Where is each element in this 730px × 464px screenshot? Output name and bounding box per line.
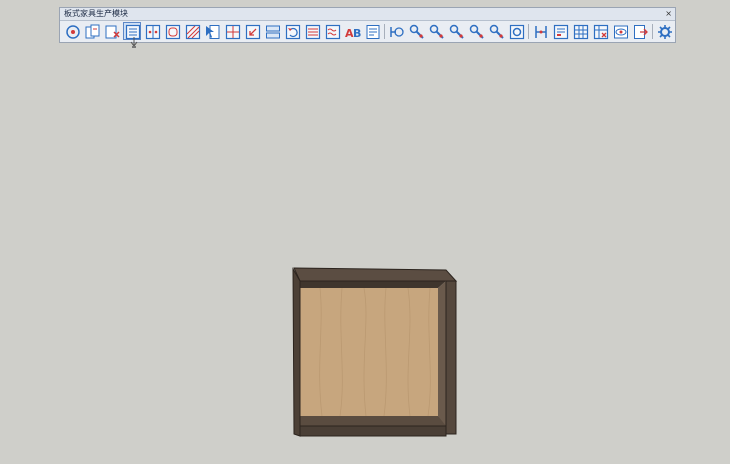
panel-red-x-icon [105,25,120,39]
close-icon[interactable]: × [665,8,672,20]
toolbar-button-t24[interactable] [531,22,549,40]
red-lines-icon [305,24,321,40]
toolbar-button-t27[interactable] [591,22,609,40]
bracket-connector-icon [535,26,547,38]
arrow-panel-icon [245,24,261,40]
toolbar-button-t11[interactable] [263,22,281,40]
toolbar-button-t08[interactable] [203,22,221,40]
toolbar-button-t05[interactable] [143,22,161,40]
hatch-pattern-icon [185,24,201,40]
eye-view-icon [614,25,628,39]
toolbar-button-t20[interactable] [447,22,465,40]
toolbar-button-t01[interactable] [63,22,81,40]
toolbar-button-t16[interactable] [363,22,381,40]
gear-frame-icon [509,24,525,40]
toolbar-title[interactable]: 板式家具生产模块 [60,8,675,21]
panel-export-icon [634,25,648,39]
toolbar-button-t07[interactable] [183,22,201,40]
grid-red-icon [225,24,241,40]
toolbar-button-t13[interactable] [303,22,321,40]
toolbar-button-t19[interactable] [427,22,445,40]
wrench-tool-icon [489,24,504,39]
split-panel-icon [145,24,161,40]
toolbar-button-t30[interactable] [655,22,673,40]
cursor-panel-icon [206,25,220,39]
toolbar-separator [652,24,653,39]
toolbar-separator [384,24,385,39]
toolbar-button-t12[interactable] [283,22,301,40]
wrench-tool-icon [449,24,464,39]
toolbar-button-t10[interactable] [243,22,261,40]
document-lines-icon [366,25,380,39]
toolbar-button-t29[interactable] [631,22,649,40]
hardware-connector-icon [390,27,404,37]
ab-text-icon: AB [345,27,361,40]
toolbar-button-t28[interactable] [611,22,629,40]
settings-gear-icon [658,25,672,39]
toolbar-button-t09[interactable] [223,22,241,40]
toolbar-button-t02[interactable] [83,22,101,40]
wrench-tool-icon [469,24,484,39]
refresh-panel-icon [285,24,301,40]
copy-panels-icon [85,24,100,39]
table-red-icon [593,24,609,40]
toolbar-button-t17[interactable] [387,22,405,40]
toolbar-button-t15[interactable]: AB [343,22,361,40]
toolbar-button-t25[interactable] [551,22,569,40]
toolbar-button-t06[interactable] [163,22,181,40]
toolbar-separator [528,24,529,39]
toolbar-button-t23[interactable] [507,22,525,40]
form-list-icon [553,24,569,40]
toolbar-button-t21[interactable] [467,22,485,40]
toolbar-button-t18[interactable] [407,22,425,40]
table-grid-icon [573,24,589,40]
wrench-tool-icon [409,24,424,39]
toolbar-button-t26[interactable] [571,22,589,40]
toolbar-button-t14[interactable] [323,22,341,40]
magnifier-target-icon [66,25,80,39]
toolbar-button-row: AB [63,22,672,42]
furniture-production-toolbar: 板式家具生产模块 × AB [59,7,676,43]
two-rows-icon [266,25,280,39]
pointer-cursor-icon [130,37,138,48]
rounded-square-icon [165,24,181,40]
wrench-tool-icon [429,24,444,39]
cabinet-3d-model[interactable] [290,266,460,441]
toolbar-button-t03[interactable] [103,22,121,40]
svg-text:B: B [353,27,361,40]
toolbar-button-t22[interactable] [487,22,505,40]
wave-lines-icon [325,24,341,40]
